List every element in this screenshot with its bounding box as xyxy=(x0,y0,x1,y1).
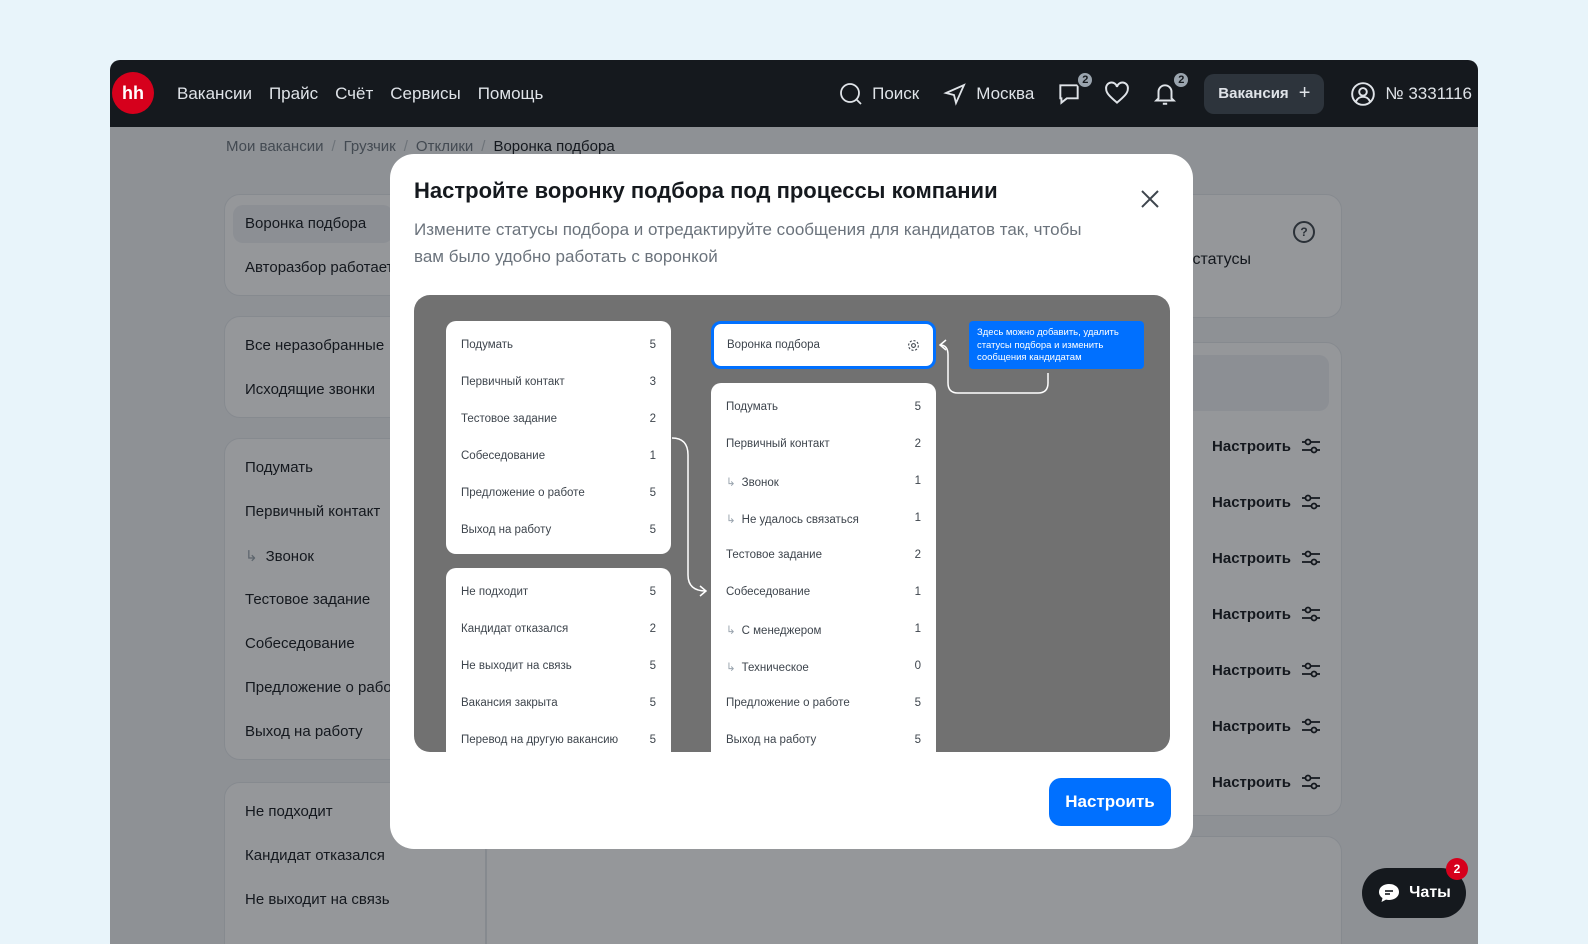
nav-price[interactable]: Прайс xyxy=(269,84,318,104)
illustration-subrow: ↳ Звонок 1 xyxy=(726,475,921,489)
nav-help[interactable]: Помощь xyxy=(478,84,544,104)
messages-badge: 2 xyxy=(1076,70,1095,89)
illustration-subrow: ↳ С менеджером 1 xyxy=(726,623,921,637)
main-nav: Вакансии Прайс Счёт Сервисы Помощь xyxy=(177,60,543,127)
illustration-row: Тестовое задание 2 xyxy=(726,549,921,561)
sub-arrow-icon: ↳ xyxy=(726,662,736,674)
nav-invoice[interactable]: Счёт xyxy=(335,84,373,104)
search-icon xyxy=(840,82,862,105)
modal-description: Измените статусы подбора и отредактируйт… xyxy=(414,220,1082,266)
funnel-setup-modal: Настройте воронку подбора под процессы к… xyxy=(390,154,1193,849)
chats-label: Чаты xyxy=(1409,884,1451,901)
close-icon[interactable] xyxy=(1138,187,1162,211)
configure-funnel-button[interactable]: Настроить xyxy=(1049,778,1171,826)
nav-vacancies[interactable]: Вакансии xyxy=(177,84,252,104)
search-button[interactable]: Поиск xyxy=(839,82,919,106)
favorites-button[interactable] xyxy=(1104,81,1130,107)
nav-services[interactable]: Сервисы xyxy=(390,84,460,104)
illustration-subrow: ↳ Не удалось связаться 1 xyxy=(726,512,921,526)
illustration-subrow: ↳ Техническое 0 xyxy=(726,660,921,674)
chats-button[interactable]: Чаты 2 xyxy=(1362,858,1468,918)
user-circle-icon xyxy=(1351,81,1376,106)
illustration-tooltip: Здесь можно добавить, удалить статусы по… xyxy=(969,321,1144,369)
funnel-illustration: Подумать 5 Первичный контакт 3 Тестовое за… xyxy=(414,295,1170,752)
sub-arrow-icon: ↳ xyxy=(726,625,736,637)
gear-icon xyxy=(908,339,919,351)
illustration-row: Предложение о работе 5 xyxy=(726,697,921,709)
city-label: Москва xyxy=(976,83,1035,103)
illustration-row: Выход на работу 5 xyxy=(726,734,921,746)
top-bar: hh Вакансии Прайс Счёт Сервисы Помощь По… xyxy=(110,60,1478,127)
account-id: № 3331116 xyxy=(1385,83,1472,103)
create-vacancy-button[interactable]: Вакансия + xyxy=(1204,73,1325,114)
search-label: Поиск xyxy=(872,83,920,103)
create-vacancy-label: Вакансия xyxy=(1218,85,1289,102)
notifications-badge: 2 xyxy=(1172,70,1191,89)
heart-icon xyxy=(1105,81,1130,104)
hh-logo[interactable]: hh xyxy=(112,72,154,114)
illustration-row: Первичный контакт 2 xyxy=(726,438,921,450)
header-tools: Поиск Москва 2 2 Вакансия + № 3331116 xyxy=(839,60,1478,127)
sub-arrow-icon: ↳ xyxy=(726,477,736,489)
messages-button[interactable]: 2 xyxy=(1056,70,1095,107)
account-button[interactable]: № 3331116 xyxy=(1350,81,1472,107)
sub-arrow-icon: ↳ xyxy=(726,514,736,526)
illustration-funnel-selector: Воронка подбора xyxy=(711,321,936,369)
plus-icon: + xyxy=(1298,82,1311,104)
city-button[interactable]: Москва xyxy=(943,82,1034,106)
location-arrow-icon xyxy=(943,82,967,106)
notifications-button[interactable]: 2 xyxy=(1152,70,1191,107)
illustration-row: Собеседование 1 xyxy=(726,586,921,598)
illustration-row: Подумать 5 xyxy=(726,401,921,413)
chat-bubble-icon xyxy=(1379,884,1400,902)
chats-badge: 2 xyxy=(1446,858,1468,880)
illustration-custom-statuses: Подумать 5 Первичный контакт 2 ↳ Звонок 1 ↳ Н… xyxy=(711,383,936,752)
modal-title: Настройте воронку подбора под процессы к… xyxy=(414,178,998,203)
